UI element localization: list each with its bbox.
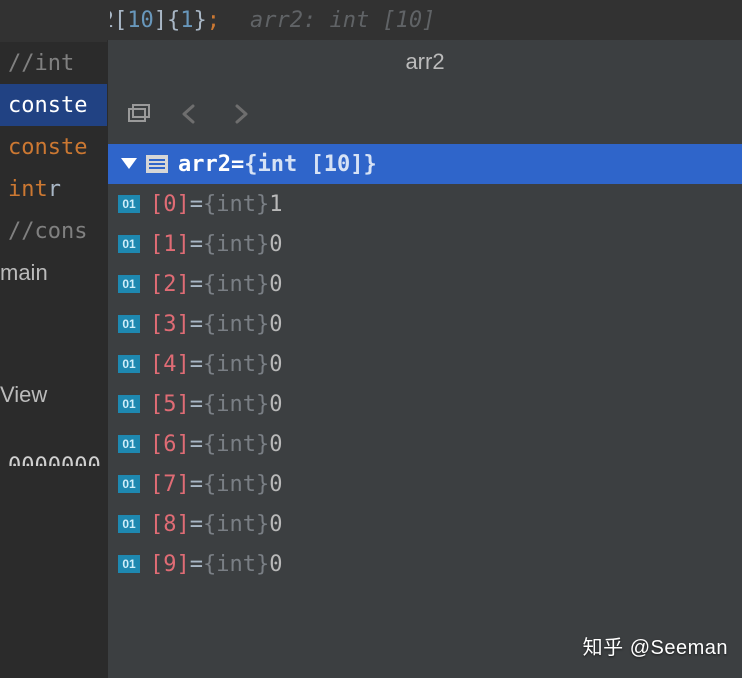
tree-root-row[interactable]: arr2 = {int [10]} — [108, 144, 742, 184]
tree-element-row[interactable]: 01[2] = {int} 0 — [108, 264, 742, 304]
inline-type-hint: arr2: int [10] — [250, 8, 435, 33]
element-value: 0 — [269, 552, 282, 577]
object-icon — [146, 155, 168, 173]
variables-tree[interactable]: arr2 = {int [10]} 01[0] = {int} 101[1] =… — [108, 144, 742, 584]
element-value: 0 — [269, 432, 282, 457]
element-index: [3] — [150, 312, 190, 337]
element-index: [6] — [150, 432, 190, 457]
element-index: [7] — [150, 472, 190, 497]
primitive-int-icon: 01 — [118, 515, 140, 533]
new-watch-icon[interactable] — [126, 100, 154, 128]
element-index: [4] — [150, 352, 190, 377]
view-label[interactable]: View — [0, 374, 110, 416]
element-index: [9] — [150, 552, 190, 577]
element-type: {int} — [203, 232, 269, 257]
element-index: [2] — [150, 272, 190, 297]
element-value: 0 — [269, 392, 282, 417]
element-value: 0 — [269, 232, 282, 257]
primitive-int-icon: 01 — [118, 275, 140, 293]
editor-current-line: int arr2 [ 10 ] { 1 } ; arr2: int [10] — [0, 0, 742, 40]
tree-element-row[interactable]: 01[7] = {int} 0 — [108, 464, 742, 504]
element-index: [0] — [150, 192, 190, 217]
element-value: 1 — [269, 192, 282, 217]
primitive-int-icon: 01 — [118, 195, 140, 213]
tree-element-row[interactable]: 01[3] = {int} 0 — [108, 304, 742, 344]
memory-hex: 0000000 — [0, 416, 110, 466]
tree-element-row[interactable]: 01[9] = {int} 0 — [108, 544, 742, 584]
element-type: {int} — [203, 552, 269, 577]
editor-left-gutter: //int conste conste int r //cons main Vi… — [0, 0, 110, 678]
element-value: 0 — [269, 312, 282, 337]
element-index: [8] — [150, 512, 190, 537]
breadcrumb-main[interactable]: main — [0, 252, 110, 294]
tree-element-row[interactable]: 01[8] = {int} 0 — [108, 504, 742, 544]
primitive-int-icon: 01 — [118, 355, 140, 373]
popup-title: arr2 — [108, 40, 742, 84]
element-type: {int} — [203, 392, 269, 417]
primitive-int-icon: 01 — [118, 235, 140, 253]
element-type: {int} — [203, 192, 269, 217]
chevron-down-icon[interactable] — [118, 153, 140, 175]
element-value: 0 — [269, 272, 282, 297]
primitive-int-icon: 01 — [118, 435, 140, 453]
code-keyword: conste — [8, 135, 87, 160]
element-value: 0 — [269, 352, 282, 377]
element-type: {int} — [203, 352, 269, 377]
history-back-icon[interactable] — [176, 100, 204, 128]
element-type: {int} — [203, 512, 269, 537]
watermark: 知乎 @Seeman — [583, 631, 728, 660]
tree-element-row[interactable]: 01[1] = {int} 0 — [108, 224, 742, 264]
root-var-type: {int [10]} — [244, 152, 376, 177]
element-type: {int} — [203, 472, 269, 497]
history-forward-icon[interactable] — [226, 100, 254, 128]
popup-toolbar — [108, 84, 742, 144]
primitive-int-icon: 01 — [118, 315, 140, 333]
element-index: [5] — [150, 392, 190, 417]
tree-element-row[interactable]: 01[0] = {int} 1 — [108, 184, 742, 224]
element-type: {int} — [203, 312, 269, 337]
primitive-int-icon: 01 — [118, 395, 140, 413]
element-value: 0 — [269, 512, 282, 537]
root-var-name: arr2 — [178, 152, 231, 177]
tree-element-row[interactable]: 01[5] = {int} 0 — [108, 384, 742, 424]
evaluate-expression-popup: arr2 arr2 = {int [10]} 01[0] = {int} 101… — [107, 40, 742, 678]
element-value: 0 — [269, 472, 282, 497]
tree-element-row[interactable]: 01[4] = {int} 0 — [108, 344, 742, 384]
tree-element-row[interactable]: 01[6] = {int} 0 — [108, 424, 742, 464]
primitive-int-icon: 01 — [118, 475, 140, 493]
code-comment: //int — [8, 51, 74, 76]
primitive-int-icon: 01 — [118, 555, 140, 573]
code-selected: conste — [8, 93, 87, 118]
element-index: [1] — [150, 232, 190, 257]
element-type: {int} — [203, 432, 269, 457]
element-type: {int} — [203, 272, 269, 297]
